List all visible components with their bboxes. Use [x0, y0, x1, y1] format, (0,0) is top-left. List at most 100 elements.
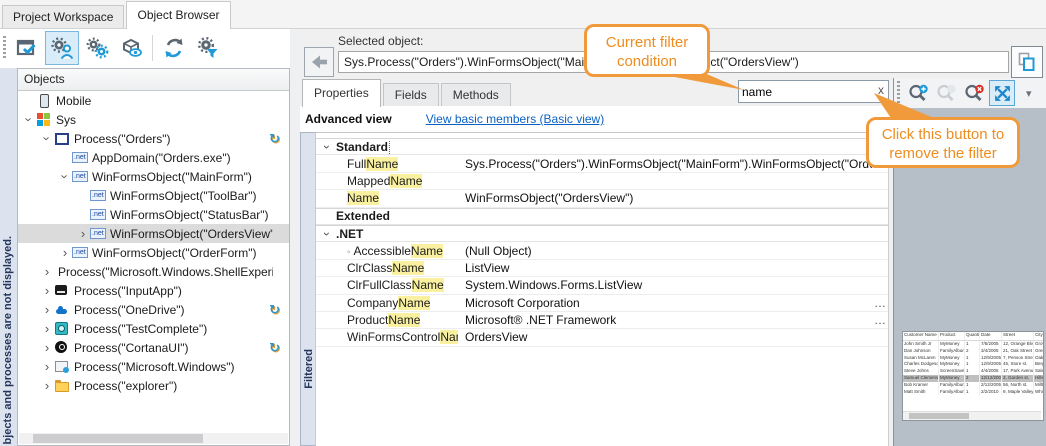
group-chevron-icon[interactable]: › — [321, 138, 333, 156]
refresh-button[interactable] — [158, 32, 190, 64]
tree-item-label: WinFormsObject("MainForm") — [92, 170, 252, 184]
tree-horizontal-scrollbar[interactable] — [19, 433, 288, 444]
thumbnail-row: Samuel Clemens MyMoney 2 12/12/2005 3, G… — [903, 375, 1043, 382]
thumbnail-horizontal-scrollbar[interactable] — [903, 411, 1041, 420]
zoom-in-button[interactable] — [905, 80, 931, 106]
tree-item-icon — [90, 226, 106, 241]
tree-item[interactable]: › Sys ↻ — [18, 110, 289, 129]
property-row[interactable]: › Extended … — [316, 208, 888, 225]
property-row[interactable]: › CompanyName Microsoft Corporation … — [316, 295, 888, 312]
copy-icon — [1016, 51, 1038, 73]
zoom-icon — [935, 82, 958, 105]
back-button[interactable] — [304, 47, 334, 77]
property-row[interactable]: › ClrClassName ListView … — [316, 260, 888, 277]
tab-properties[interactable]: Properties — [302, 79, 381, 107]
hidden-objects-note: bjects and processes are not displayed. — [2, 236, 14, 444]
clear-filter-button[interactable]: x — [878, 83, 884, 97]
tree-expander-icon[interactable]: › — [40, 265, 54, 278]
toolbar-grip[interactable] — [3, 36, 6, 60]
dropdown-caret-icon[interactable]: ▾ — [1026, 87, 1032, 100]
filter-processes-button[interactable] — [192, 32, 224, 64]
zoom-button[interactable] — [933, 80, 959, 106]
process-filter-button[interactable] — [45, 31, 79, 65]
property-name: WinFormsControlName — [336, 330, 458, 344]
view-object-button[interactable] — [115, 32, 147, 64]
property-row[interactable]: › .NET … — [316, 225, 888, 242]
ellipsis-button[interactable]: … — [872, 316, 888, 324]
tree-expander-icon[interactable]: › — [76, 227, 90, 240]
thumbnail-row: Susan McLaren MyMoney 1 12/9/2005 7, Pen… — [903, 355, 1043, 362]
tab-object-browser[interactable]: Object Browser — [126, 1, 230, 29]
tree-item-icon — [54, 302, 70, 317]
tree-item-icon — [54, 340, 70, 355]
tree-item[interactable]: › Process("TestComplete") ↻ — [18, 319, 289, 338]
tree-item[interactable]: › AppDomain("Orders.exe") ↻ — [18, 148, 289, 167]
tree-item[interactable]: › Process("Microsoft.Windows.ShellExperi… — [18, 262, 289, 281]
tree-item[interactable]: › Process("Orders") ↻ — [18, 129, 289, 148]
object-thumbnail[interactable]: Customer Name Product Quantity Date Stre… — [902, 331, 1044, 421]
fit-to-window-button[interactable] — [989, 80, 1015, 106]
tree-expander-icon[interactable]: › — [40, 303, 54, 316]
property-name: FullName — [336, 157, 458, 171]
scrollbar-thumb[interactable] — [33, 434, 203, 443]
tree-item[interactable]: › WinFormsObject("OrdersView") ↻ — [18, 224, 289, 243]
basic-view-link[interactable]: View basic members (Basic view) — [426, 112, 605, 126]
property-value: (Null Object) — [458, 244, 872, 258]
tab-methods[interactable]: Methods — [441, 83, 511, 106]
tree-item[interactable]: › WinFormsObject("StatusBar") ↻ — [18, 205, 289, 224]
tree-item-label: Process("Orders") — [74, 132, 171, 146]
tab-fields[interactable]: Fields — [383, 83, 439, 106]
tree-item[interactable]: › Process("InputApp") ↻ — [18, 281, 289, 300]
property-row[interactable]: › MappedName … — [316, 173, 888, 190]
property-row[interactable]: › AccessibleName (Null Object) … — [316, 242, 888, 259]
property-row[interactable]: › WinFormsControlName OrdersView … — [316, 329, 888, 346]
tree-item[interactable]: › WinFormsObject("OrderForm") ↻ — [18, 243, 289, 262]
tree-item-label: Sys — [56, 113, 76, 127]
tree-expander-icon[interactable]: › — [40, 284, 54, 297]
property-name: MappedName — [336, 174, 458, 188]
property-value: ListView — [458, 261, 872, 275]
property-row[interactable]: › Standard … — [316, 138, 888, 155]
tree-expander-icon[interactable]: › — [59, 170, 72, 184]
tab-project-workspace[interactable]: Project Workspace — [2, 5, 124, 28]
copy-button[interactable] — [1011, 46, 1043, 78]
sync-badge-icon: ↻ — [269, 131, 280, 147]
tree-expander-icon[interactable]: › — [40, 379, 54, 392]
tree-item[interactable]: › Process("explorer") ↻ — [18, 376, 289, 395]
tree-item[interactable]: › Process("Microsoft.Windows") ↻ — [18, 357, 289, 376]
tree-expander-icon[interactable]: › — [23, 113, 36, 127]
object-browser-settings-button[interactable] — [81, 32, 113, 64]
highlight-object-button[interactable] — [11, 32, 43, 64]
tree-item[interactable]: › WinFormsObject("MainForm") ↻ — [18, 167, 289, 186]
property-row[interactable]: › Name WinFormsObject("OrdersView") … — [316, 190, 888, 207]
property-grid: › Standard … › FullName Sys.Process("Ord… — [316, 132, 889, 446]
tree-expander-icon[interactable]: › — [41, 132, 54, 146]
panel-splitter[interactable] — [290, 28, 300, 446]
tree-item-label: Process("InputApp") — [74, 284, 182, 298]
scrollbar-thumb[interactable] — [909, 413, 969, 419]
objects-panel: Objects › Mobile ↻ › Sys ↻ › Process("Or… — [17, 68, 290, 446]
tree-item[interactable]: › WinFormsObject("ToolBar") ↻ — [18, 186, 289, 205]
tree-item-label: Mobile — [56, 94, 91, 108]
tree-item[interactable]: › Process("CortanaUI") ↻ — [18, 338, 289, 357]
toolbar-grip[interactable] — [897, 81, 900, 105]
tree-item-label: Process("Microsoft.Windows") — [74, 360, 235, 374]
group-chevron-icon[interactable]: › — [321, 225, 333, 243]
tree-expander-icon[interactable]: › — [40, 341, 54, 354]
tree-expander-icon[interactable]: › — [40, 360, 54, 373]
property-row[interactable]: › FullName Sys.Process("Orders").WinForm… — [316, 155, 888, 172]
tree-item[interactable]: › Process("OneDrive") ↻ — [18, 300, 289, 319]
tree-item-icon — [54, 131, 70, 146]
tree-expander-icon[interactable]: › — [40, 322, 54, 335]
property-value: WinFormsObject("OrdersView") — [458, 191, 872, 205]
property-row[interactable]: › ClrFullClassName System.Windows.Forms.… — [316, 277, 888, 294]
tree-item[interactable]: › Mobile ↻ — [18, 91, 289, 110]
property-row[interactable]: › ProductName Microsoft® .NET Framework … — [316, 312, 888, 329]
tree-item-icon — [54, 359, 70, 374]
remove-zoom-button[interactable] — [961, 80, 987, 106]
ellipsis-button[interactable]: … — [872, 299, 888, 307]
property-value: OrdersView — [458, 330, 872, 344]
remove-zoom-icon — [963, 82, 986, 105]
tree-expander-icon[interactable]: › — [58, 246, 72, 259]
filter-input[interactable] — [738, 80, 889, 103]
